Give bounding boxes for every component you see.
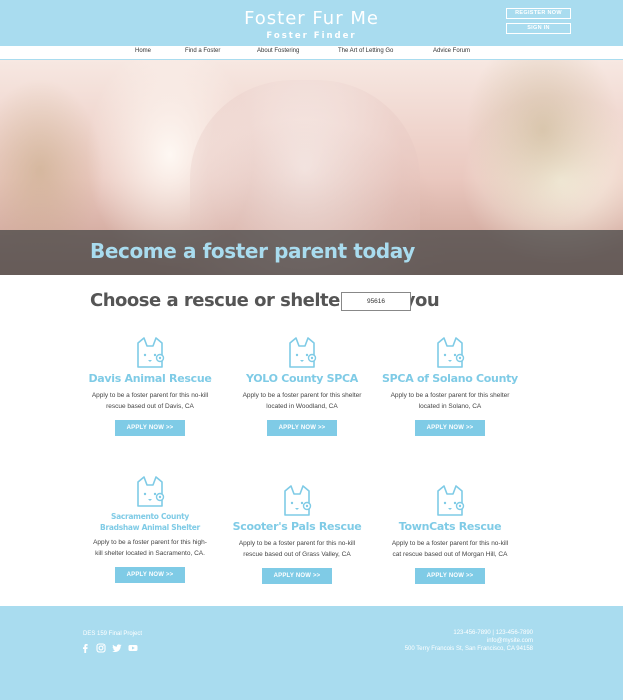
apply-now-button[interactable]: APPLY NOW >> — [115, 420, 185, 436]
youtube-icon[interactable] — [128, 643, 138, 653]
apply-now-button[interactable]: APPLY NOW >> — [267, 420, 337, 436]
hero-headline: Become a foster parent today — [90, 239, 415, 263]
nav-home[interactable]: Home — [135, 48, 151, 54]
rescue-card: YOLO County SPCA Apply to be a foster pa… — [232, 337, 372, 436]
cat-face-icon — [437, 485, 465, 516]
cat-face-icon — [437, 337, 465, 368]
rescue-description: Apply to be a foster parent for this she… — [242, 392, 362, 410]
rescue-name: YOLO County SPCA — [245, 372, 359, 385]
rescue-name: Scooter's Pals Rescue — [232, 520, 362, 533]
rescue-description: Apply to be a foster parent for this she… — [390, 392, 510, 410]
rescue-description: Apply to be a foster parent for this no-… — [91, 392, 209, 410]
facebook-icon[interactable] — [80, 643, 90, 653]
cat-face-icon — [137, 476, 165, 507]
footer-email[interactable]: info@mysite.com — [487, 638, 533, 644]
cat-face-icon — [137, 337, 165, 368]
nav-about-fostering[interactable]: About Fostering — [257, 48, 299, 54]
nav-art-of-letting-go[interactable]: The Art of Letting Go — [338, 48, 393, 54]
site-header: Foster Fur Me Foster Finder REGISTER NOW… — [0, 0, 623, 60]
footer-credit: DES 159 Final Project — [83, 631, 143, 637]
apply-now-button[interactable]: APPLY NOW >> — [115, 567, 185, 583]
rescue-name: Davis Animal Rescue — [88, 372, 212, 385]
footer-address: 500 Terry Francois St, San Francisco, CA… — [404, 646, 533, 652]
rescue-name: Sacramento County Bradshaw Animal Shelte… — [100, 512, 200, 532]
rescue-card: Sacramento County Bradshaw Animal Shelte… — [80, 476, 220, 583]
rescue-name: SPCA of Solano County — [382, 372, 518, 385]
rescue-description: Apply to be a foster parent for this no-… — [238, 540, 356, 558]
apply-now-button[interactable]: APPLY NOW >> — [415, 568, 485, 584]
rescue-card: Scooter's Pals Rescue Apply to be a fost… — [227, 485, 367, 584]
rescue-card: Davis Animal Rescue Apply to be a foster… — [80, 337, 220, 436]
sign-in-button[interactable]: SIGN IN — [506, 23, 571, 34]
apply-now-button[interactable]: APPLY NOW >> — [262, 568, 332, 584]
twitter-icon[interactable] — [112, 643, 122, 653]
nav-advice-forum[interactable]: Advice Forum — [433, 48, 470, 54]
cat-face-icon — [289, 337, 317, 368]
rescue-card: SPCA of Solano County Apply to be a fost… — [380, 337, 520, 436]
main-nav: Home Find a Foster About Fostering The A… — [0, 46, 623, 59]
footer-phones: 123-456-7890 | 123-456-7890 — [453, 630, 533, 636]
rescue-description: Apply to be a foster parent for this no-… — [391, 540, 509, 558]
instagram-icon[interactable] — [96, 643, 106, 653]
apply-now-button[interactable]: APPLY NOW >> — [415, 420, 485, 436]
cat-face-icon — [284, 485, 312, 516]
rescue-description: Apply to be a foster parent for this hig… — [93, 539, 207, 557]
rescue-name: TownCats Rescue — [398, 520, 502, 533]
zip-code-input[interactable]: 95616 — [341, 292, 411, 311]
site-footer — [0, 606, 623, 700]
register-button[interactable]: REGISTER NOW — [506, 8, 571, 19]
nav-find-a-foster[interactable]: Find a Foster — [185, 48, 220, 54]
rescue-card: TownCats Rescue Apply to be a foster par… — [380, 485, 520, 584]
